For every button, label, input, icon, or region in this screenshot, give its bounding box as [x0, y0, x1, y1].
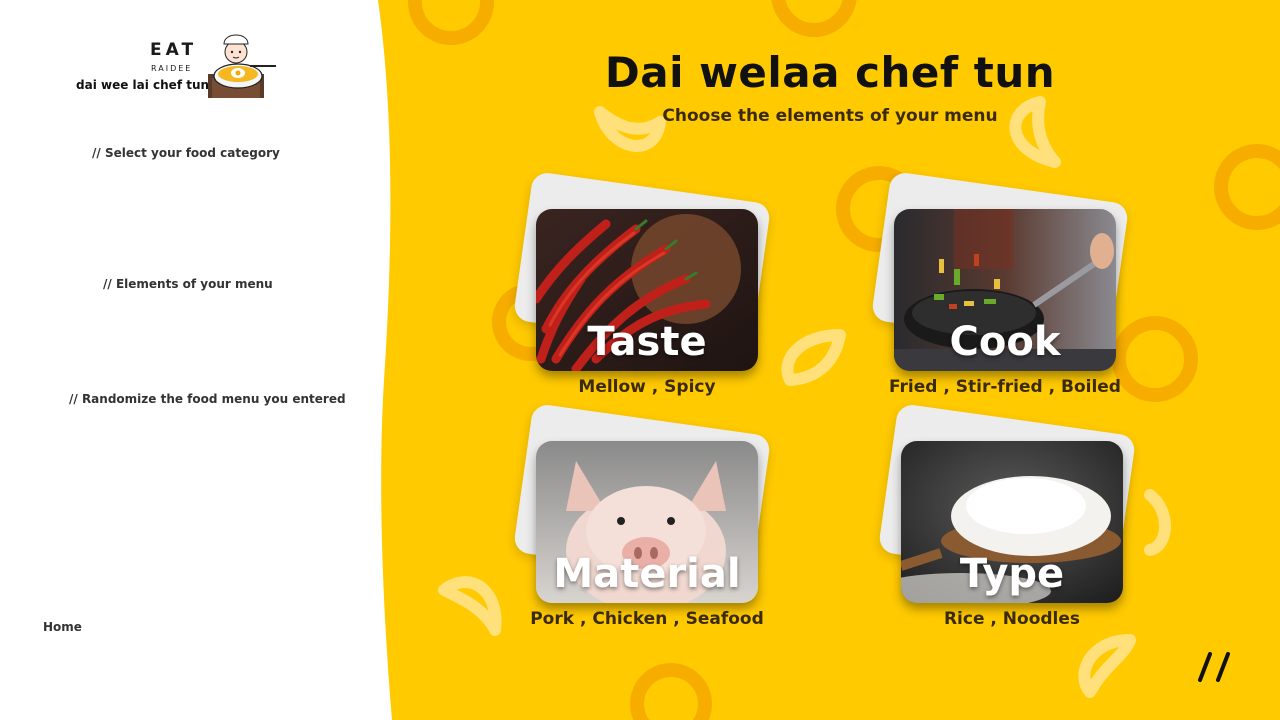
category-section-label: // Select your food category: [92, 146, 280, 160]
double-slash-icon: [1198, 652, 1230, 682]
card-material[interactable]: Material Pork , Chicken , Seafood: [512, 403, 796, 671]
card-type[interactable]: Type Rice , Noodles: [877, 403, 1161, 671]
chef-mascot-icon: [208, 34, 276, 98]
card-options: Mellow , Spicy: [578, 377, 716, 397]
page-subtitle: Choose the elements of your menu: [662, 106, 998, 126]
home-link[interactable]: Home: [43, 620, 82, 634]
card-title: Material: [553, 551, 741, 597]
page-title: Dai welaa chef tun: [604, 48, 1056, 97]
logo-eat-text: EAT: [150, 40, 198, 60]
card-options: Fried , Stir-fried , Boiled: [889, 377, 1121, 397]
card-options: Pork , Chicken , Seafood: [530, 609, 764, 629]
card-options: Rice , Noodles: [943, 609, 1081, 629]
card-cook[interactable]: Cook Fried , Stir-fried , Boiled: [870, 171, 1154, 439]
elements-section-label: // Elements of your menu: [103, 277, 273, 291]
card-title: Type: [959, 551, 1065, 597]
sidebar: EAT RAIDEE dai wee lai chef tun // Selec…: [0, 0, 380, 720]
brand-logo[interactable]: EAT RAIDEE dai wee lai chef tun: [74, 30, 284, 100]
logo-raidee-text: RAIDEE: [151, 64, 193, 73]
logo-tagline: dai wee lai chef tun: [76, 78, 210, 92]
card-title: Cook: [949, 319, 1061, 365]
card-taste[interactable]: Taste Mellow , Spicy: [512, 171, 796, 439]
card-title: Taste: [587, 319, 707, 365]
randomize-section-label: // Randomize the food menu you entered: [69, 392, 346, 406]
